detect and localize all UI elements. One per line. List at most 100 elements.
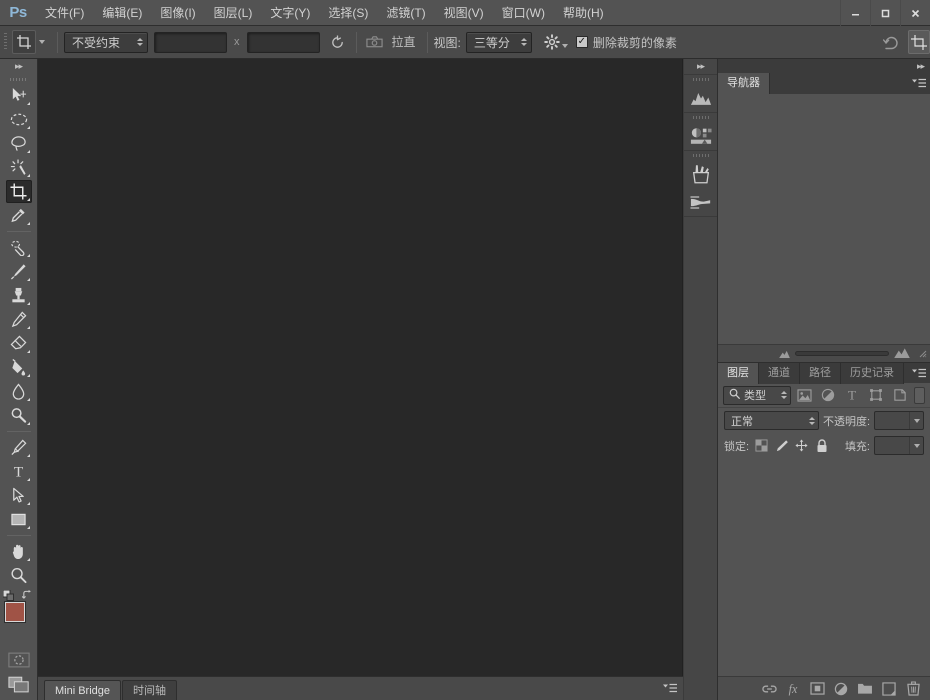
filter-shape-icon[interactable] (865, 385, 887, 405)
gradient-tool[interactable] (6, 356, 32, 379)
type-tool[interactable]: T (6, 460, 32, 483)
toolbar-collapse-icon[interactable]: ▸▸ (0, 59, 37, 74)
crop-width-input[interactable] (154, 31, 227, 53)
pen-tool[interactable] (6, 436, 32, 459)
filter-enable-toggle[interactable] (914, 386, 925, 404)
layers-list[interactable] (718, 458, 930, 682)
swap-dimensions-button[interactable] (326, 30, 350, 54)
zoom-tool[interactable] (6, 564, 32, 587)
options-bar-grip[interactable] (0, 26, 10, 59)
dock-grip-2[interactable] (684, 113, 717, 122)
filter-adjustment-icon[interactable] (817, 385, 839, 405)
magic-wand-tool[interactable] (6, 156, 32, 179)
filter-pixel-icon[interactable] (793, 385, 815, 405)
navigator-panel-menu-icon[interactable] (908, 73, 930, 94)
menu-window[interactable]: 窗口(W) (493, 0, 554, 26)
crop-height-input[interactable] (246, 31, 320, 53)
lock-position-icon[interactable] (793, 437, 810, 455)
foreground-color-swatch[interactable] (5, 602, 25, 622)
opacity-dropdown-icon[interactable] (909, 412, 923, 429)
tab-history[interactable]: 历史记录 (841, 363, 904, 384)
delete-layer-icon[interactable] (902, 678, 924, 700)
new-layer-icon[interactable] (878, 678, 900, 700)
brush-presets-panel-icon[interactable] (684, 160, 717, 188)
default-colors-icon[interactable] (2, 589, 14, 601)
adjustments-panel-icon[interactable] (684, 122, 717, 150)
dock-grip-1[interactable] (684, 75, 717, 84)
screen-mode-icon[interactable] (0, 672, 38, 698)
delete-cropped-pixels-row[interactable]: ✓ 删除裁剪的像素 (568, 34, 677, 51)
toolbar-grip[interactable] (0, 74, 37, 84)
menu-view[interactable]: 视图(V) (435, 0, 493, 26)
bottom-panel-menu-icon[interactable] (663, 683, 683, 700)
eraser-tool[interactable] (6, 332, 32, 355)
tab-paths[interactable]: 路径 (800, 363, 841, 384)
tab-channels[interactable]: 通道 (759, 363, 800, 384)
filter-type-icon[interactable]: T (841, 385, 863, 405)
navigator-zoom-slider[interactable] (773, 347, 916, 361)
filter-smart-object-icon[interactable] (889, 385, 911, 405)
close-button[interactable] (900, 0, 930, 26)
workspace-switcher-button[interactable] (908, 30, 930, 54)
new-group-icon[interactable] (854, 678, 876, 700)
menu-edit[interactable]: 编辑(E) (93, 0, 151, 26)
reset-icon[interactable] (880, 30, 904, 54)
crop-ratio-select[interactable]: 不受约束 (64, 31, 148, 53)
maximize-button[interactable] (870, 0, 900, 26)
menu-filter[interactable]: 滤镜(T) (377, 0, 434, 26)
layers-panel-menu-icon[interactable] (908, 363, 930, 383)
brush-tool[interactable] (6, 260, 32, 283)
tab-mini-bridge[interactable]: Mini Bridge (44, 680, 122, 700)
document-canvas-area[interactable] (38, 59, 683, 676)
lock-image-pixels-icon[interactable] (773, 437, 790, 455)
blur-tool[interactable] (6, 380, 32, 403)
navigator-zoom-field[interactable] (718, 345, 773, 363)
tab-navigator[interactable]: 导航器 (718, 73, 770, 94)
fill-dropdown-icon[interactable] (909, 437, 923, 454)
navigator-resize-grip[interactable] (916, 350, 930, 358)
crop-tool[interactable] (5, 180, 32, 203)
delete-cropped-pixels-checkbox[interactable]: ✓ (575, 36, 588, 48)
menu-image[interactable]: 图像(I) (151, 0, 204, 26)
minimize-button[interactable] (840, 0, 870, 26)
crop-overlay-select[interactable]: 三等分 (465, 31, 532, 53)
tool-preset-picker[interactable] (10, 29, 51, 55)
rectangle-tool[interactable] (6, 508, 32, 531)
path-selection-tool[interactable] (6, 484, 32, 507)
navigator-collapse-icon[interactable]: ▸▸ (718, 59, 930, 73)
layer-filter-type-select[interactable]: 类型 (723, 385, 791, 405)
dodge-tool[interactable] (6, 404, 32, 427)
blend-mode-select[interactable]: 正常 (724, 411, 819, 430)
menu-type[interactable]: 文字(Y) (261, 0, 319, 26)
tab-timeline[interactable]: 时间轴 (122, 680, 178, 700)
zoom-slider-track[interactable] (795, 351, 889, 356)
quick-mask-icon[interactable] (0, 648, 38, 672)
tab-layers[interactable]: 图层 (718, 363, 759, 384)
brush-panel-icon[interactable] (684, 188, 717, 216)
link-layers-icon[interactable] (758, 678, 780, 700)
healing-brush-tool[interactable] (6, 236, 32, 259)
layer-mask-icon[interactable] (806, 678, 828, 700)
layer-style-fx-icon[interactable]: fx (782, 678, 804, 700)
fill-field[interactable] (874, 436, 924, 455)
adjustment-layer-icon[interactable] (830, 678, 852, 700)
navigator-preview-area[interactable] (718, 94, 930, 344)
menu-file[interactable]: 文件(F) (36, 0, 93, 26)
lock-all-icon[interactable] (813, 437, 830, 455)
opacity-field[interactable] (874, 411, 924, 430)
eyedropper-tool[interactable] (6, 204, 32, 227)
menu-help[interactable]: 帮助(H) (554, 0, 613, 26)
gear-icon[interactable] (540, 30, 564, 54)
menu-select[interactable]: 选择(S) (319, 0, 377, 26)
menu-layer[interactable]: 图层(L) (205, 0, 262, 26)
history-brush-tool[interactable] (6, 308, 32, 331)
straighten-icon[interactable] (363, 30, 387, 54)
marquee-tool[interactable] (6, 108, 32, 131)
hand-tool[interactable] (6, 540, 32, 563)
move-tool[interactable] (6, 84, 32, 107)
dock-collapse-icon[interactable]: ▸▸ (684, 59, 717, 74)
clone-stamp-tool[interactable] (6, 284, 32, 307)
lock-transparent-pixels-icon[interactable] (753, 437, 770, 455)
lasso-tool[interactable] (6, 132, 32, 155)
histogram-panel-icon[interactable] (684, 84, 717, 112)
